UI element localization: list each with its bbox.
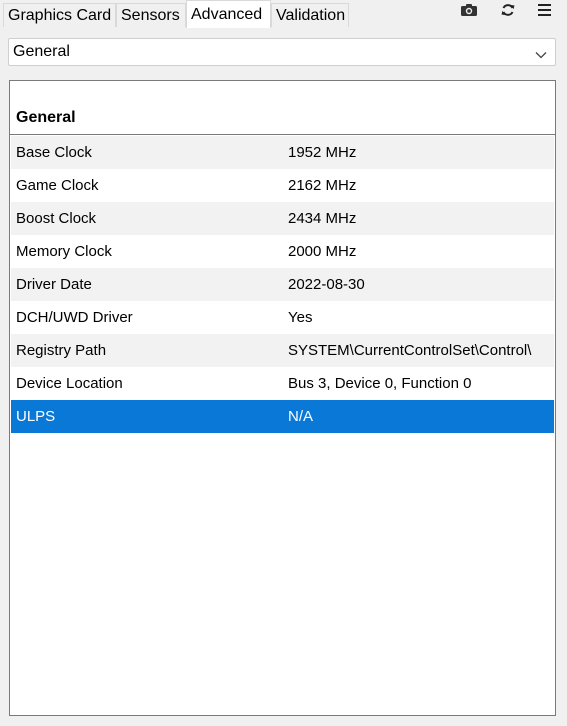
property-value: SYSTEM\CurrentControlSet\Control\ [288, 342, 532, 359]
tab-sensors[interactable]: Sensors [116, 3, 186, 27]
tab-graphics-card[interactable]: Graphics Card [3, 3, 116, 27]
property-label: Driver Date [16, 276, 92, 293]
property-row[interactable]: Game Clock 2162 MHz [11, 169, 554, 202]
property-label: DCH/UWD Driver [16, 309, 133, 326]
section-title: General [16, 109, 76, 126]
tab-advanced[interactable]: Advanced [186, 0, 271, 28]
property-row[interactable]: Boost Clock 2434 MHz [11, 202, 554, 235]
section-dropdown[interactable]: General [8, 38, 556, 66]
property-label: Base Clock [16, 144, 92, 161]
tab-validation[interactable]: Validation [271, 3, 349, 27]
property-label: Memory Clock [16, 243, 112, 260]
property-row[interactable]: Memory Clock 2000 MHz [11, 235, 554, 268]
dropdown-selected-value: General [13, 43, 70, 60]
property-label: Game Clock [16, 177, 99, 194]
property-value: 2434 MHz [288, 210, 357, 227]
property-value: N/A [288, 408, 314, 425]
property-list: Base Clock 1952 MHz Game Clock 2162 MHz … [11, 136, 554, 433]
property-row[interactable]: Base Clock 1952 MHz [11, 136, 554, 169]
property-row-selected[interactable]: ULPS N/A [11, 400, 554, 433]
property-value: Bus 3, Device 0, Function 0 [288, 375, 472, 392]
menu-icon[interactable] [535, 2, 555, 18]
property-row[interactable]: Driver Date 2022-08-30 [11, 268, 554, 301]
property-row[interactable]: Registry Path SYSTEM\CurrentControlSet\C… [11, 334, 554, 367]
section-header: General [10, 103, 555, 135]
tab-bar: Graphics Card Sensors Advanced Validatio… [0, 0, 567, 28]
properties-panel: General Base Clock 1952 MHz Game Clock 2… [9, 80, 556, 716]
property-label: ULPS [16, 408, 56, 425]
property-label: Boost Clock [16, 210, 97, 227]
property-value: 2000 MHz [288, 243, 357, 260]
property-row[interactable]: Device Location Bus 3, Device 0, Functio… [11, 367, 554, 400]
chevron-down-icon [535, 47, 547, 59]
property-row[interactable]: DCH/UWD Driver Yes [11, 301, 554, 334]
refresh-icon[interactable] [498, 2, 518, 18]
property-label: Device Location [16, 375, 123, 392]
property-value: 2022-08-30 [288, 276, 365, 293]
property-value: Yes [288, 309, 313, 326]
camera-icon[interactable] [459, 2, 479, 18]
property-value: 1952 MHz [288, 144, 357, 161]
property-label: Registry Path [16, 342, 107, 359]
property-value: 2162 MHz [288, 177, 357, 194]
